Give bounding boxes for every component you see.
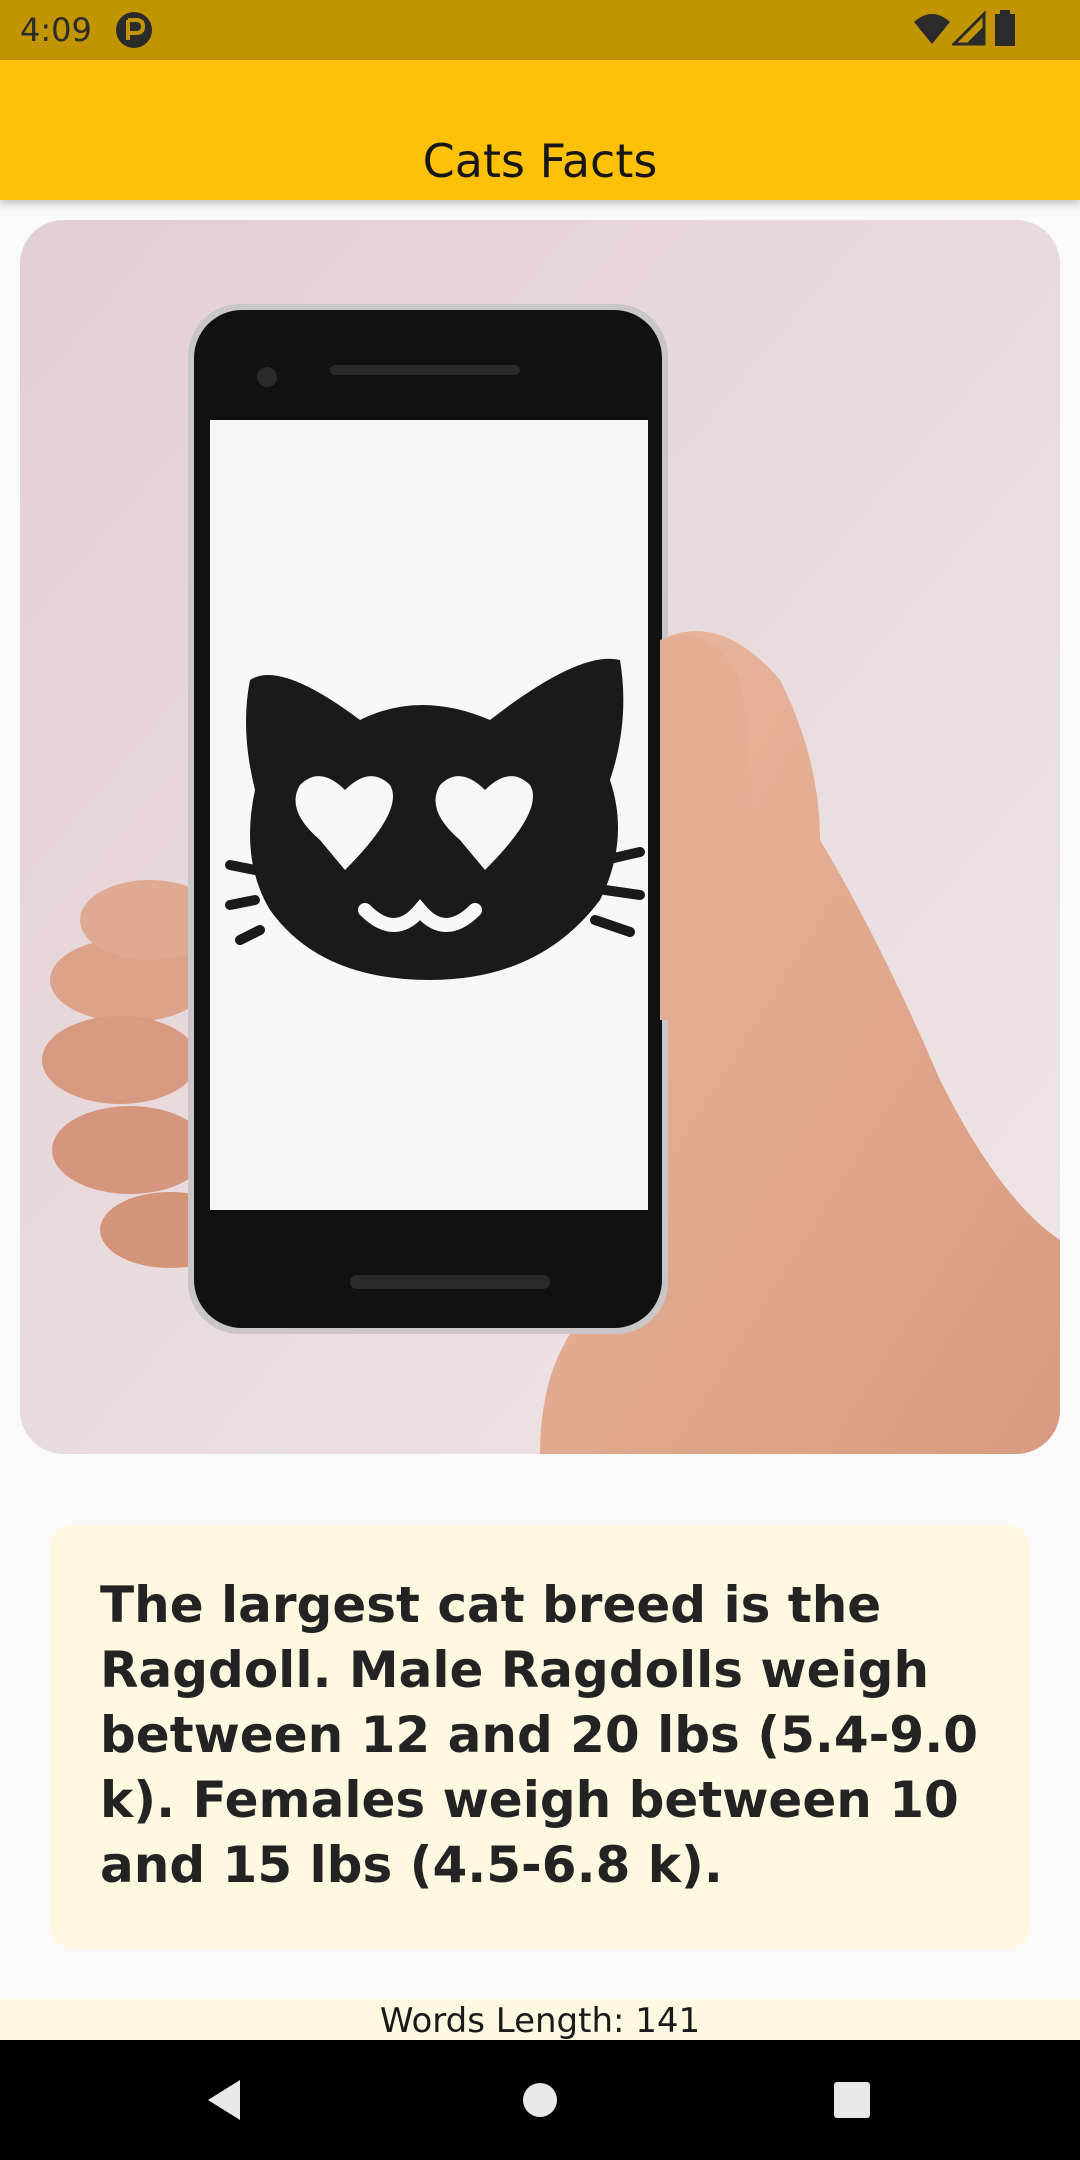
signal-icon — [952, 10, 986, 46]
battery-icon — [995, 10, 1015, 46]
words-length: Words Length: 141 — [379, 2001, 701, 2041]
status-time: 4:09 — [20, 11, 92, 49]
words-length-bar: Words Length: 141 — [0, 1999, 1080, 2041]
fact-text: The largest cat breed is the Ragdoll. Ma… — [100, 1576, 978, 1894]
wifi-icon — [914, 14, 950, 44]
home-icon[interactable] — [510, 2070, 570, 2130]
navigation-bar — [0, 2040, 1080, 2160]
back-icon[interactable] — [196, 2070, 256, 2130]
app-notification-icon — [116, 12, 152, 48]
recents-icon[interactable] — [822, 2070, 882, 2130]
status-bar: 4:09 — [0, 0, 1080, 60]
app-title: Cats Facts — [422, 133, 658, 188]
hero-image[interactable] — [20, 220, 1060, 1454]
app-bar: Cats Facts — [0, 60, 1080, 200]
fact-card: The largest cat breed is the Ragdoll. Ma… — [50, 1525, 1030, 1949]
